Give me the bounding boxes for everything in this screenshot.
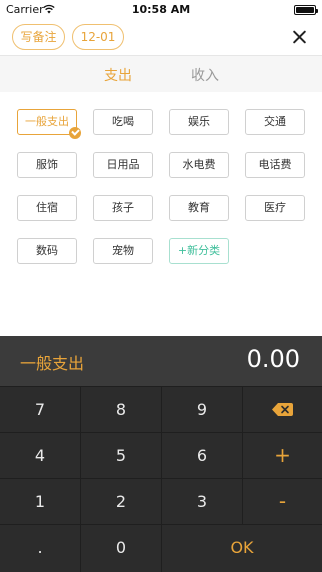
key-6[interactable]: 6 <box>162 433 242 478</box>
selected-category-label: 一般支出 <box>20 354 85 373</box>
memo-button[interactable]: 写备注 <box>12 24 65 50</box>
backspace-icon <box>272 403 293 416</box>
category-pets[interactable]: 宠物 <box>93 238 153 264</box>
type-tabs: 支出 收入 <box>0 55 322 92</box>
key-3[interactable]: 3 <box>162 479 242 524</box>
battery-icon <box>294 5 318 15</box>
key-5[interactable]: 5 <box>81 433 161 478</box>
key-2[interactable]: 2 <box>81 479 161 524</box>
category-lodging[interactable]: 住宿 <box>17 195 77 221</box>
category-entertainment[interactable]: 娱乐 <box>169 109 229 135</box>
category-grid: 一般支出 吃喝 娱乐 交通 服饰 日用品 水电费 电话费 住宿 孩子 教育 医疗… <box>0 92 322 336</box>
number-keypad: 7 8 9 4 5 6 + 1 2 3 - . 0 OK <box>0 386 322 572</box>
tab-income[interactable]: 收入 <box>191 65 219 85</box>
category-label: 一般支出 <box>25 115 69 128</box>
clock: 10:58 AM <box>131 3 191 16</box>
backspace-button[interactable] <box>243 387 322 432</box>
status-bar: Carrier 10:58 AM <box>0 0 322 20</box>
key-8[interactable]: 8 <box>81 387 161 432</box>
check-icon <box>69 127 81 139</box>
decimal-key[interactable]: . <box>0 525 80 572</box>
amount-bar: 一般支出 0.00 <box>0 336 322 386</box>
category-utilities[interactable]: 水电费 <box>169 152 229 178</box>
header: 写备注 12-01 <box>0 20 322 54</box>
category-digital[interactable]: 数码 <box>17 238 77 264</box>
category-clothing[interactable]: 服饰 <box>17 152 77 178</box>
key-1[interactable]: 1 <box>0 479 80 524</box>
category-general-expense[interactable]: 一般支出 <box>17 109 81 139</box>
amount-display: 0.00 <box>246 345 300 373</box>
key-7[interactable]: 7 <box>0 387 80 432</box>
add-category-button[interactable]: +新分类 <box>169 238 229 264</box>
key-9[interactable]: 9 <box>162 387 242 432</box>
ok-button[interactable]: OK <box>162 525 322 572</box>
category-education[interactable]: 教育 <box>169 195 229 221</box>
category-children[interactable]: 孩子 <box>93 195 153 221</box>
category-food[interactable]: 吃喝 <box>93 109 153 135</box>
close-icon[interactable] <box>288 24 312 50</box>
category-daily-goods[interactable]: 日用品 <box>93 152 153 178</box>
key-0[interactable]: 0 <box>81 525 161 572</box>
category-medical[interactable]: 医疗 <box>245 195 305 221</box>
key-4[interactable]: 4 <box>0 433 80 478</box>
minus-button[interactable]: - <box>243 479 322 524</box>
category-transport[interactable]: 交通 <box>245 109 305 135</box>
plus-button[interactable]: + <box>243 433 322 478</box>
tab-expense[interactable]: 支出 <box>104 65 132 85</box>
date-button[interactable]: 12-01 <box>72 24 124 50</box>
category-phone-bill[interactable]: 电话费 <box>245 152 305 178</box>
